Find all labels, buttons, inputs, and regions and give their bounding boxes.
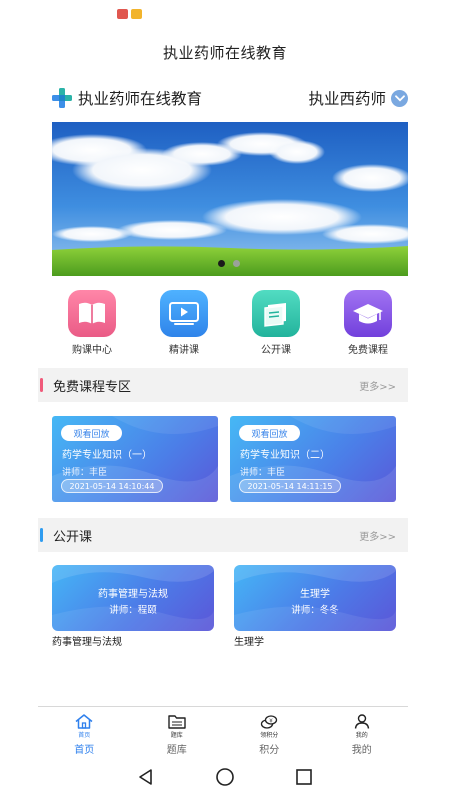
message-notification-icon <box>117 9 128 19</box>
free-course-more-link[interactable]: 更多>> <box>359 378 396 393</box>
sky-grass-banner-image <box>52 122 408 276</box>
course-teacher: 讲师：丰臣 <box>240 468 286 478</box>
course-title: 药事管理与法规 <box>98 589 168 600</box>
home-circle-icon[interactable] <box>215 767 235 791</box>
free-course-card[interactable]: 观看回放 药学专业知识（一） 讲师：丰臣 2021-05-14 14:10:44 <box>52 416 218 502</box>
section-title: 免费课程专区 <box>53 379 132 395</box>
quick-link-lectures[interactable]: 精讲课 <box>144 290 224 356</box>
folder-icon <box>168 713 186 729</box>
tab-mine[interactable]: 我的 我的 <box>316 707 409 758</box>
quick-link-label: 免费课程 <box>348 345 388 356</box>
category-label: 执业西药师 <box>308 90 386 108</box>
person-icon <box>354 713 370 729</box>
book-icon <box>68 290 116 337</box>
tab-label: 我的 <box>351 745 372 756</box>
replay-tag: 观看回放 <box>239 425 300 441</box>
public-course-card[interactable]: 药事管理与法规 讲师：程颐 <box>52 565 214 631</box>
course-caption[interactable]: 生理学 <box>234 633 264 648</box>
course-caption[interactable]: 药事管理与法规 <box>52 633 122 648</box>
bottom-tab-bar: 首页 首页 题库 题库 ¥ 领积分 积分 我的 我的 <box>38 706 408 758</box>
quick-link-label: 公开课 <box>261 345 291 356</box>
course-teacher: 讲师：丰臣 <box>62 468 108 478</box>
tab-label: 首页 <box>74 745 95 756</box>
tab-label: 题库 <box>166 745 187 756</box>
quick-links: 购课中心 精讲课 公开课 免费课程 <box>52 290 408 356</box>
brand: 执业药师在线教育 <box>52 87 202 109</box>
section-accent-bar <box>40 528 43 542</box>
status-bar <box>0 0 450 30</box>
brand-row: 执业药师在线教育 执业西药师 <box>52 84 408 112</box>
tab-question-bank[interactable]: 题库 题库 <box>131 707 224 758</box>
notification-icons <box>117 9 142 19</box>
public-course-card[interactable]: 生理学 讲师：冬冬 <box>234 565 396 631</box>
tab-label: 积分 <box>259 745 280 756</box>
quick-link-label: 购课中心 <box>72 345 112 356</box>
graduation-cap-icon <box>344 290 392 337</box>
tab-mini-label: 我的 <box>355 732 368 739</box>
section-accent-bar <box>40 378 43 392</box>
course-time: 2021-05-14 14:11:15 <box>239 479 341 493</box>
back-icon[interactable] <box>137 768 155 790</box>
banner-carousel[interactable] <box>52 122 408 276</box>
quick-link-label: 精讲课 <box>169 345 199 356</box>
mail-notification-icon <box>131 9 142 19</box>
free-course-card[interactable]: 观看回放 药学专业知识（二） 讲师：丰臣 2021-05-14 14:11:15 <box>230 416 396 502</box>
tab-points[interactable]: ¥ 领积分 积分 <box>223 707 316 758</box>
quick-link-course-center[interactable]: 购课中心 <box>52 290 132 356</box>
tab-home[interactable]: 首页 首页 <box>38 707 131 758</box>
tab-mini-label: 题库 <box>170 732 183 739</box>
replay-tag: 观看回放 <box>61 425 122 441</box>
carousel-indicator <box>218 260 240 267</box>
quick-link-public-course[interactable]: 公开课 <box>236 290 316 356</box>
course-title: 药学专业知识（一） <box>62 450 152 461</box>
svg-text:¥: ¥ <box>270 718 274 724</box>
recent-apps-icon[interactable] <box>295 768 313 790</box>
brand-name: 执业药师在线教育 <box>78 90 203 108</box>
app-title: 执业药师在线教育 <box>162 43 287 62</box>
course-title: 药学专业知识（二） <box>240 450 330 461</box>
course-teacher: 讲师：冬冬 <box>291 605 339 616</box>
public-course-section-header: 公开课 更多>> <box>38 518 408 552</box>
free-course-section-header: 免费课程专区 更多>> <box>38 368 408 402</box>
title-bar: 执业药师在线教育 <box>0 30 450 74</box>
cross-logo-icon <box>52 88 72 108</box>
carousel-dot[interactable] <box>233 260 240 267</box>
tab-mini-label: 首页 <box>78 732 91 739</box>
system-navigation-bar <box>0 758 450 800</box>
category-selector[interactable]: 执业西药师 <box>308 87 408 109</box>
play-icon <box>160 290 208 337</box>
notebook-icon <box>252 290 300 337</box>
section-title: 公开课 <box>53 529 93 545</box>
chevron-down-icon <box>391 89 408 107</box>
tab-mini-label: 领积分 <box>260 732 279 739</box>
home-icon <box>75 713 93 729</box>
course-teacher: 讲师：程颐 <box>109 605 157 616</box>
coins-icon: ¥ <box>260 713 278 729</box>
public-course-more-link[interactable]: 更多>> <box>359 528 396 543</box>
course-time: 2021-05-14 14:10:44 <box>61 479 163 493</box>
quick-link-free-course[interactable]: 免费课程 <box>328 290 408 356</box>
carousel-dot-active[interactable] <box>218 260 225 267</box>
course-title: 生理学 <box>300 589 330 600</box>
